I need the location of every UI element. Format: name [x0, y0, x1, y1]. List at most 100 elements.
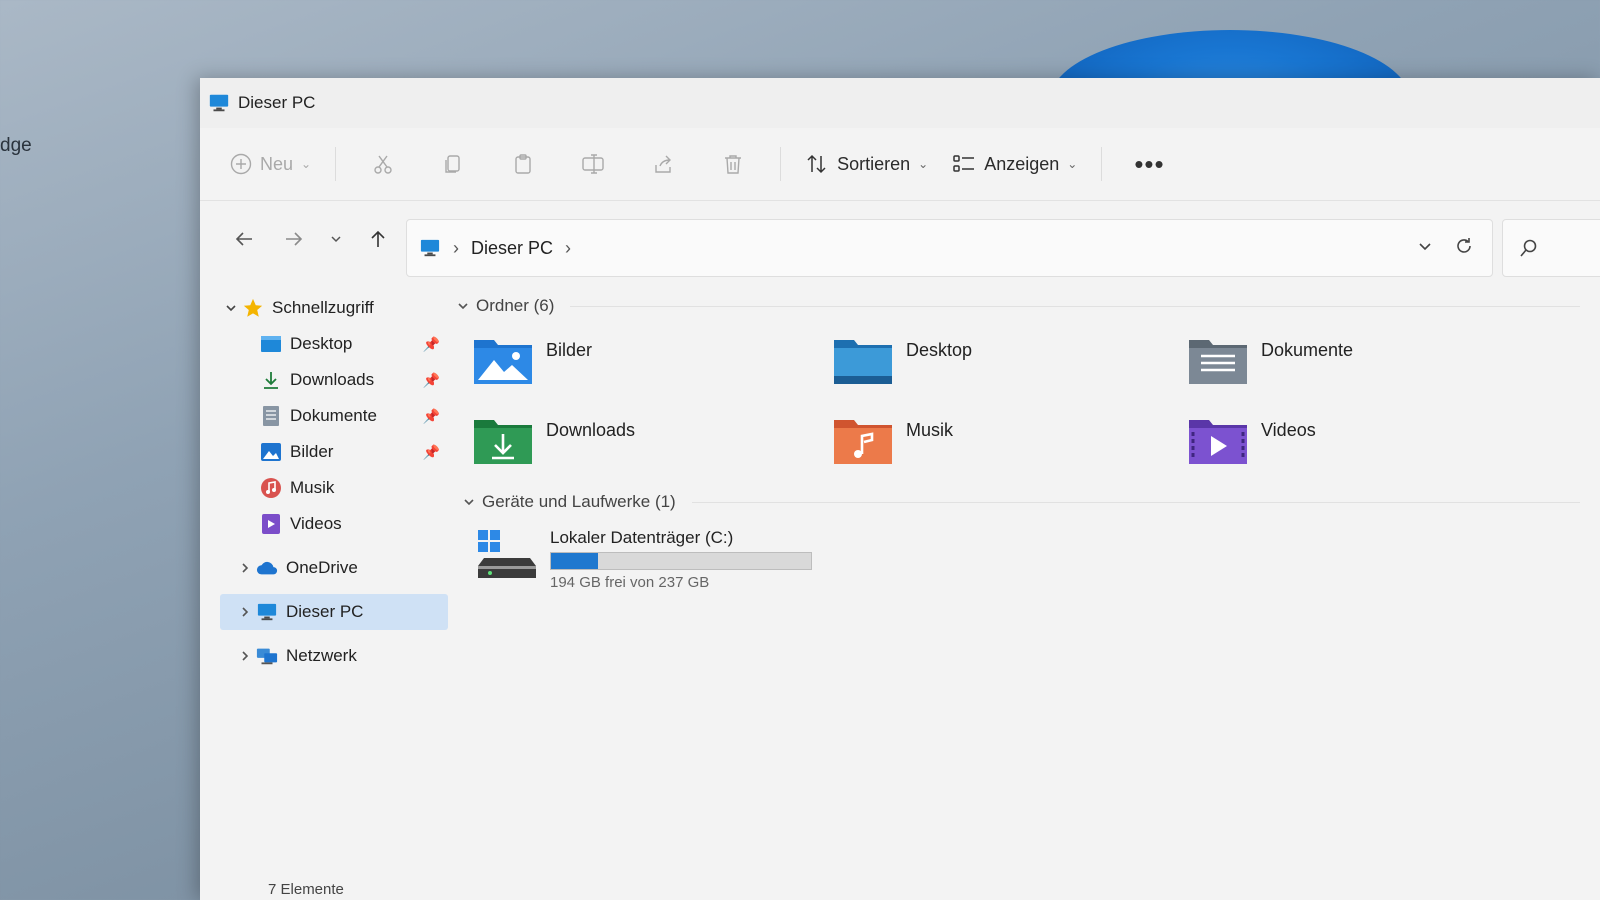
sidebar-item-label: Musik	[290, 478, 335, 497]
sidebar-item-label: Desktop	[290, 334, 353, 353]
drive-name: Lokaler Datenträger (C:)	[550, 528, 734, 547]
view-button-label: Anzeigen	[984, 153, 1060, 174]
folders-grid: Bilder Desktop Dokumente Downloads Musik…	[450, 334, 1600, 476]
breadcrumb: › Dieser PC ›	[407, 238, 1418, 259]
chevron-down-icon[interactable]	[456, 496, 482, 508]
rename-button[interactable]	[570, 144, 616, 184]
drive-item-c[interactable]: Lokaler Datenträger (C:) 194 GB frei von…	[450, 528, 1600, 591]
folder-label: Videos	[1261, 420, 1316, 440]
address-bar[interactable]: › Dieser PC ›	[406, 219, 1493, 277]
sidebar-item-downloads[interactable]: Downloads 📌	[220, 362, 450, 398]
folder-label: Desktop	[906, 340, 973, 360]
videos-folder-icon	[1189, 420, 1247, 464]
desktop-icon	[260, 333, 282, 355]
group-header-label: Geräte und Laufwerke (1)	[482, 492, 676, 511]
sort-icon	[807, 154, 826, 174]
drive-usage-bar	[550, 552, 812, 570]
folder-item-downloads[interactable]: Downloads	[472, 414, 832, 476]
sidebar-item-network[interactable]: Netzwerk	[220, 638, 450, 674]
clipboard-icon	[515, 154, 531, 174]
folder-item-desktop[interactable]: Desktop	[832, 334, 1187, 396]
toolbar-separator	[335, 147, 337, 181]
rename-icon	[582, 154, 604, 174]
delete-button[interactable]	[710, 144, 756, 184]
sidebar-item-videos[interactable]: Videos	[220, 506, 450, 542]
status-bar-count: 7 Elemente	[268, 881, 344, 898]
sidebar-item-quick-access[interactable]: Schnellzugriff	[220, 290, 450, 326]
recent-locations-button[interactable]	[324, 219, 348, 259]
desktop-folder-icon	[834, 340, 892, 384]
arrow-left-icon	[235, 232, 252, 246]
copy-button[interactable]	[430, 144, 476, 184]
folder-item-documents[interactable]: Dokumente	[1187, 334, 1527, 396]
paste-button[interactable]	[500, 144, 546, 184]
arrow-up-icon	[371, 230, 385, 247]
sidebar-item-this-pc[interactable]: Dieser PC	[220, 594, 448, 630]
refresh-icon	[1457, 237, 1471, 253]
toolbar-separator	[780, 147, 782, 181]
chevron-down-icon: ⌄	[1067, 157, 1078, 171]
sidebar-item-label: Bilder	[290, 442, 334, 461]
share-button[interactable]	[640, 144, 686, 184]
toolbar-separator	[1101, 147, 1103, 181]
command-bar: Neu ⌄ Sortieren ⌄ Anzeigen ⌄ •••	[200, 128, 1600, 201]
view-button[interactable]: Anzeigen ⌄	[952, 153, 1077, 175]
plus-circle-icon	[230, 153, 252, 175]
sort-button[interactable]: Sortieren ⌄	[805, 153, 928, 175]
chevron-right-icon: ›	[565, 237, 572, 258]
sidebar-item-documents[interactable]: Dokumente 📌	[220, 398, 450, 434]
documents-folder-icon	[1189, 340, 1247, 384]
windows-drive-icon	[478, 530, 536, 578]
folders-group-header[interactable]: Ordner (6)	[450, 290, 1600, 322]
download-icon	[260, 369, 282, 391]
content-pane: Ordner (6) Bilder Desktop Dokumente Down…	[450, 290, 1600, 591]
video-icon	[260, 513, 282, 535]
document-icon	[260, 405, 282, 427]
cloud-icon	[256, 557, 278, 579]
sidebar-item-label: Downloads	[290, 370, 375, 389]
breadcrumb-item[interactable]: Dieser PC	[471, 238, 553, 259]
folder-label: Bilder	[546, 340, 593, 360]
folder-item-videos[interactable]: Videos	[1187, 414, 1527, 476]
downloads-folder-icon	[474, 420, 532, 464]
devices-group-header[interactable]: Geräte und Laufwerke (1)	[450, 486, 1600, 518]
copy-icon	[445, 155, 460, 173]
view-list-icon	[953, 155, 975, 172]
chevron-down-icon[interactable]	[220, 302, 242, 314]
search-input[interactable]	[1502, 219, 1600, 277]
network-icon	[256, 645, 278, 667]
computer-icon	[209, 94, 229, 112]
share-icon	[655, 155, 672, 173]
new-button[interactable]: Neu ⌄	[230, 153, 311, 175]
sidebar-item-label: Dieser PC	[286, 602, 364, 621]
pin-icon: 📌	[422, 443, 440, 460]
file-explorer-window: Dieser PC Neu ⌄ Sortieren ⌄ Anzeigen ⌄ •…	[200, 78, 1600, 900]
scissors-icon	[374, 155, 392, 174]
folder-item-pictures[interactable]: Bilder	[472, 334, 832, 396]
address-actions	[1418, 236, 1492, 261]
computer-icon	[256, 601, 278, 623]
sidebar-item-onedrive[interactable]: OneDrive	[220, 550, 450, 586]
forward-button[interactable]	[274, 219, 314, 259]
sidebar-item-music[interactable]: Musik	[220, 470, 450, 506]
sidebar-item-label: Schnellzugriff	[272, 298, 374, 317]
window-title: Dieser PC	[238, 93, 316, 112]
chevron-down-icon[interactable]	[450, 300, 476, 312]
refresh-button[interactable]	[1454, 236, 1474, 261]
sidebar-item-pictures[interactable]: Bilder 📌	[220, 434, 450, 470]
chevron-right-icon[interactable]	[234, 650, 256, 662]
cut-button[interactable]	[360, 144, 406, 184]
pictures-folder-icon	[474, 340, 532, 384]
arrow-right-icon	[286, 232, 303, 246]
up-button[interactable]	[358, 219, 398, 259]
back-button[interactable]	[224, 219, 264, 259]
chevron-right-icon[interactable]	[234, 562, 256, 574]
address-history-button[interactable]	[1418, 239, 1432, 258]
folder-item-music[interactable]: Musik	[832, 414, 1187, 476]
more-options-button[interactable]: •••	[1134, 149, 1164, 180]
chevron-right-icon[interactable]	[234, 606, 256, 618]
pin-icon: 📌	[422, 371, 440, 388]
sidebar-item-desktop[interactable]: Desktop 📌	[220, 326, 450, 362]
sidebar-item-label: OneDrive	[286, 558, 358, 577]
group-divider	[570, 305, 1580, 307]
